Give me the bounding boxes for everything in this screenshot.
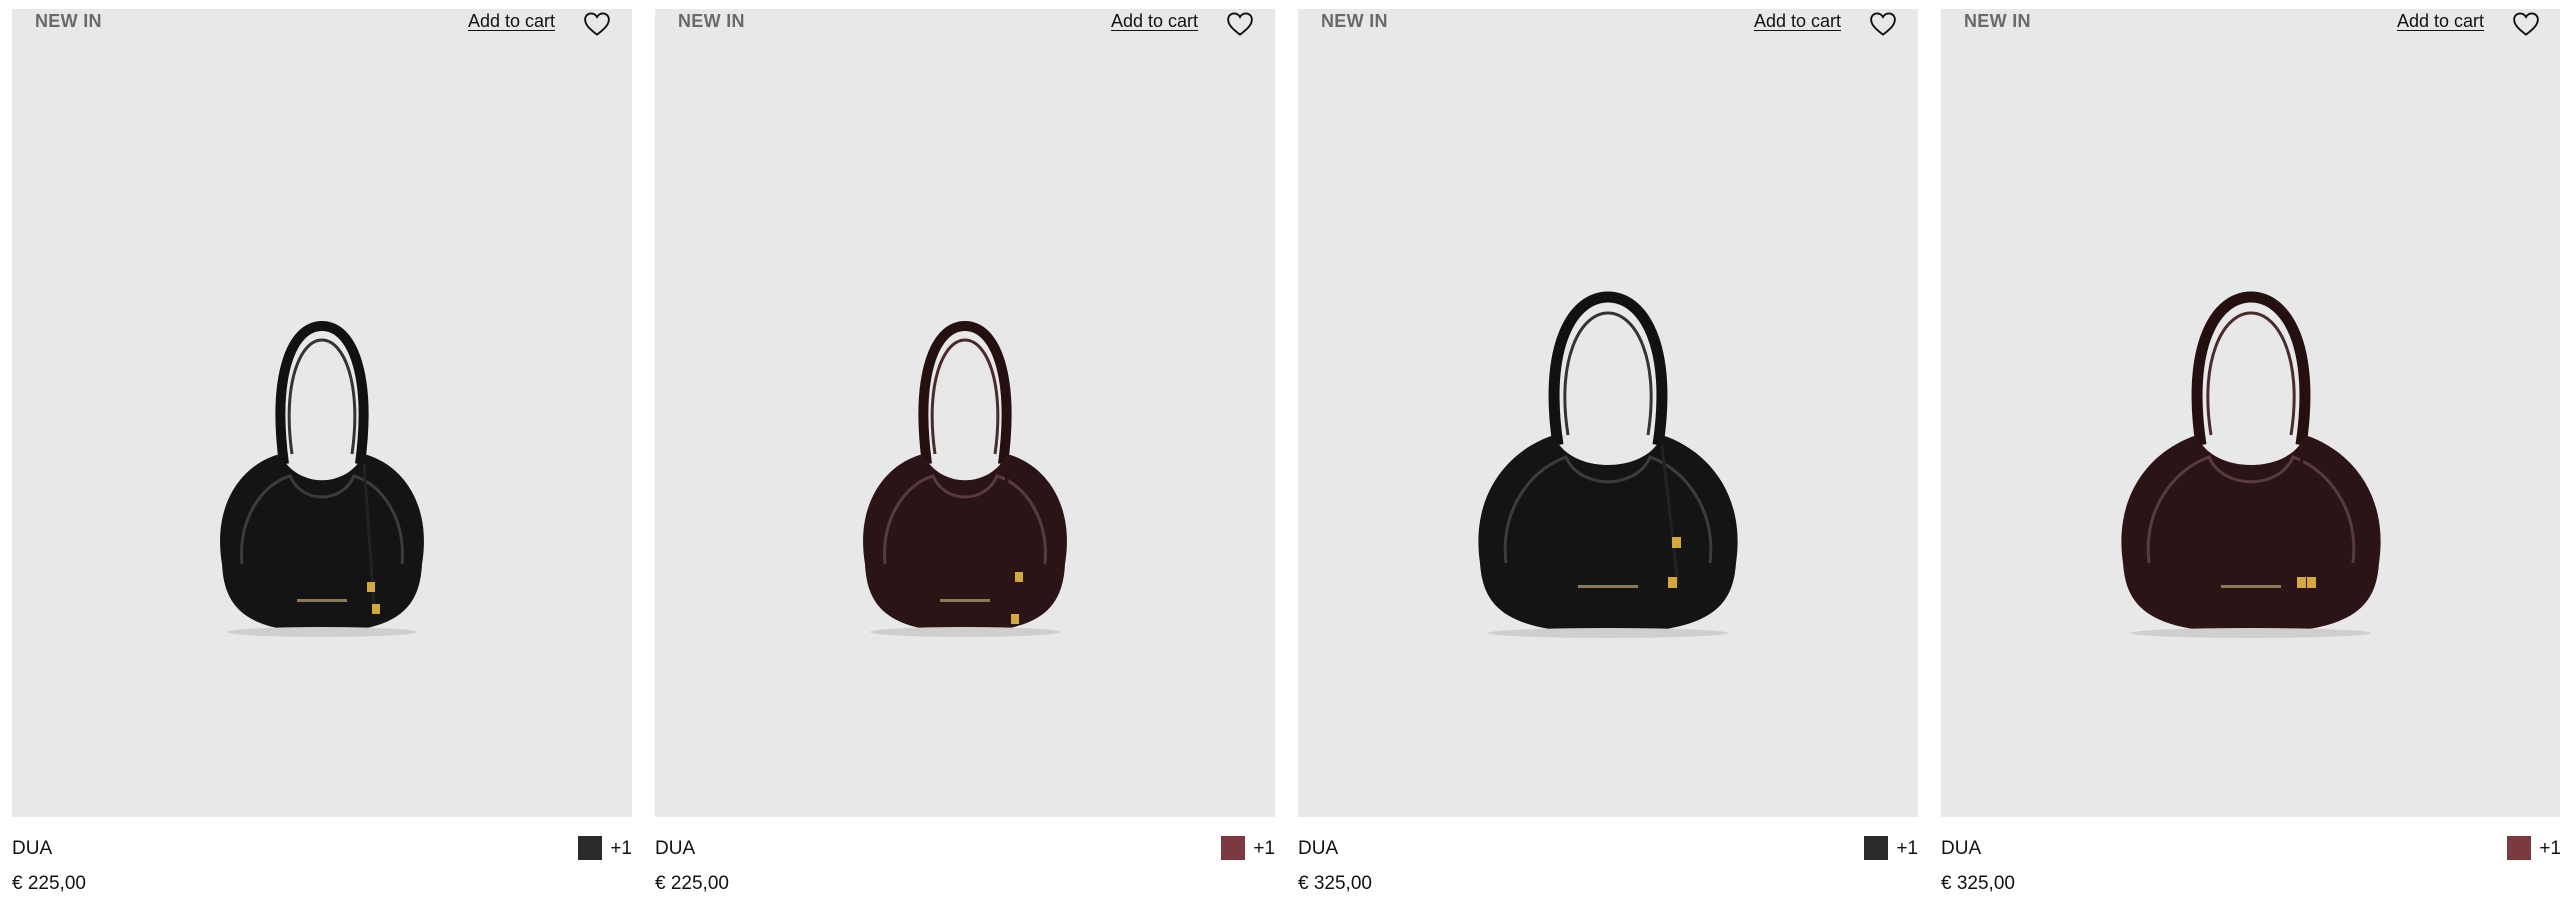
add-to-cart-link[interactable]: Add to cart [1754,11,1841,32]
product-image-area[interactable]: NEW IN Add to cart [655,9,1275,817]
new-in-badge: NEW IN [35,11,102,31]
heart-icon[interactable] [1868,9,1898,39]
product-image-area[interactable]: NEW IN Add to cart [1941,9,2560,817]
more-colors-count[interactable]: +1 [610,838,632,860]
product-image [1478,291,1738,638]
color-swatch[interactable] [2507,836,2531,860]
product-image-area[interactable]: NEW IN Add to cart [12,9,632,817]
product-price: € 325,00 [1941,873,2015,894]
add-to-cart-link[interactable]: Add to cart [1111,11,1198,32]
product-grid: NEW IN Add to cart DUA € 225,00 +1 NEW I… [0,0,2560,914]
product-name[interactable]: DUA [1298,838,1338,860]
product-name[interactable]: DUA [12,838,52,860]
product-image [863,320,1067,637]
color-swatch[interactable] [1864,836,1888,860]
heart-icon[interactable] [1225,9,1255,39]
product-image [2121,291,2381,638]
color-swatch[interactable] [578,836,602,860]
product-name[interactable]: DUA [1941,838,1981,860]
heart-icon[interactable] [2511,9,2541,39]
product-name[interactable]: DUA [655,838,695,860]
more-colors-count[interactable]: +1 [1896,838,1918,860]
product-card[interactable]: NEW IN Add to cart DUA € 325,00 +1 [1298,0,1918,914]
product-price: € 225,00 [655,873,729,894]
add-to-cart-link[interactable]: Add to cart [2397,11,2484,32]
color-swatch[interactable] [1221,836,1245,860]
product-card[interactable]: NEW IN Add to cart DUA € 325,00 +1 [1941,0,2560,914]
product-price: € 325,00 [1298,873,1372,894]
add-to-cart-link[interactable]: Add to cart [468,11,555,32]
new-in-badge: NEW IN [1964,11,2031,31]
more-colors-count[interactable]: +1 [1253,838,1275,860]
product-price: € 225,00 [12,873,86,894]
product-image-area[interactable]: NEW IN Add to cart [1298,9,1918,817]
heart-icon[interactable] [582,9,612,39]
new-in-badge: NEW IN [1321,11,1388,31]
more-colors-count[interactable]: +1 [2539,838,2560,860]
product-card[interactable]: NEW IN Add to cart DUA € 225,00 +1 [655,0,1275,914]
product-image [220,320,424,637]
new-in-badge: NEW IN [678,11,745,31]
product-card[interactable]: NEW IN Add to cart DUA € 225,00 +1 [12,0,632,914]
